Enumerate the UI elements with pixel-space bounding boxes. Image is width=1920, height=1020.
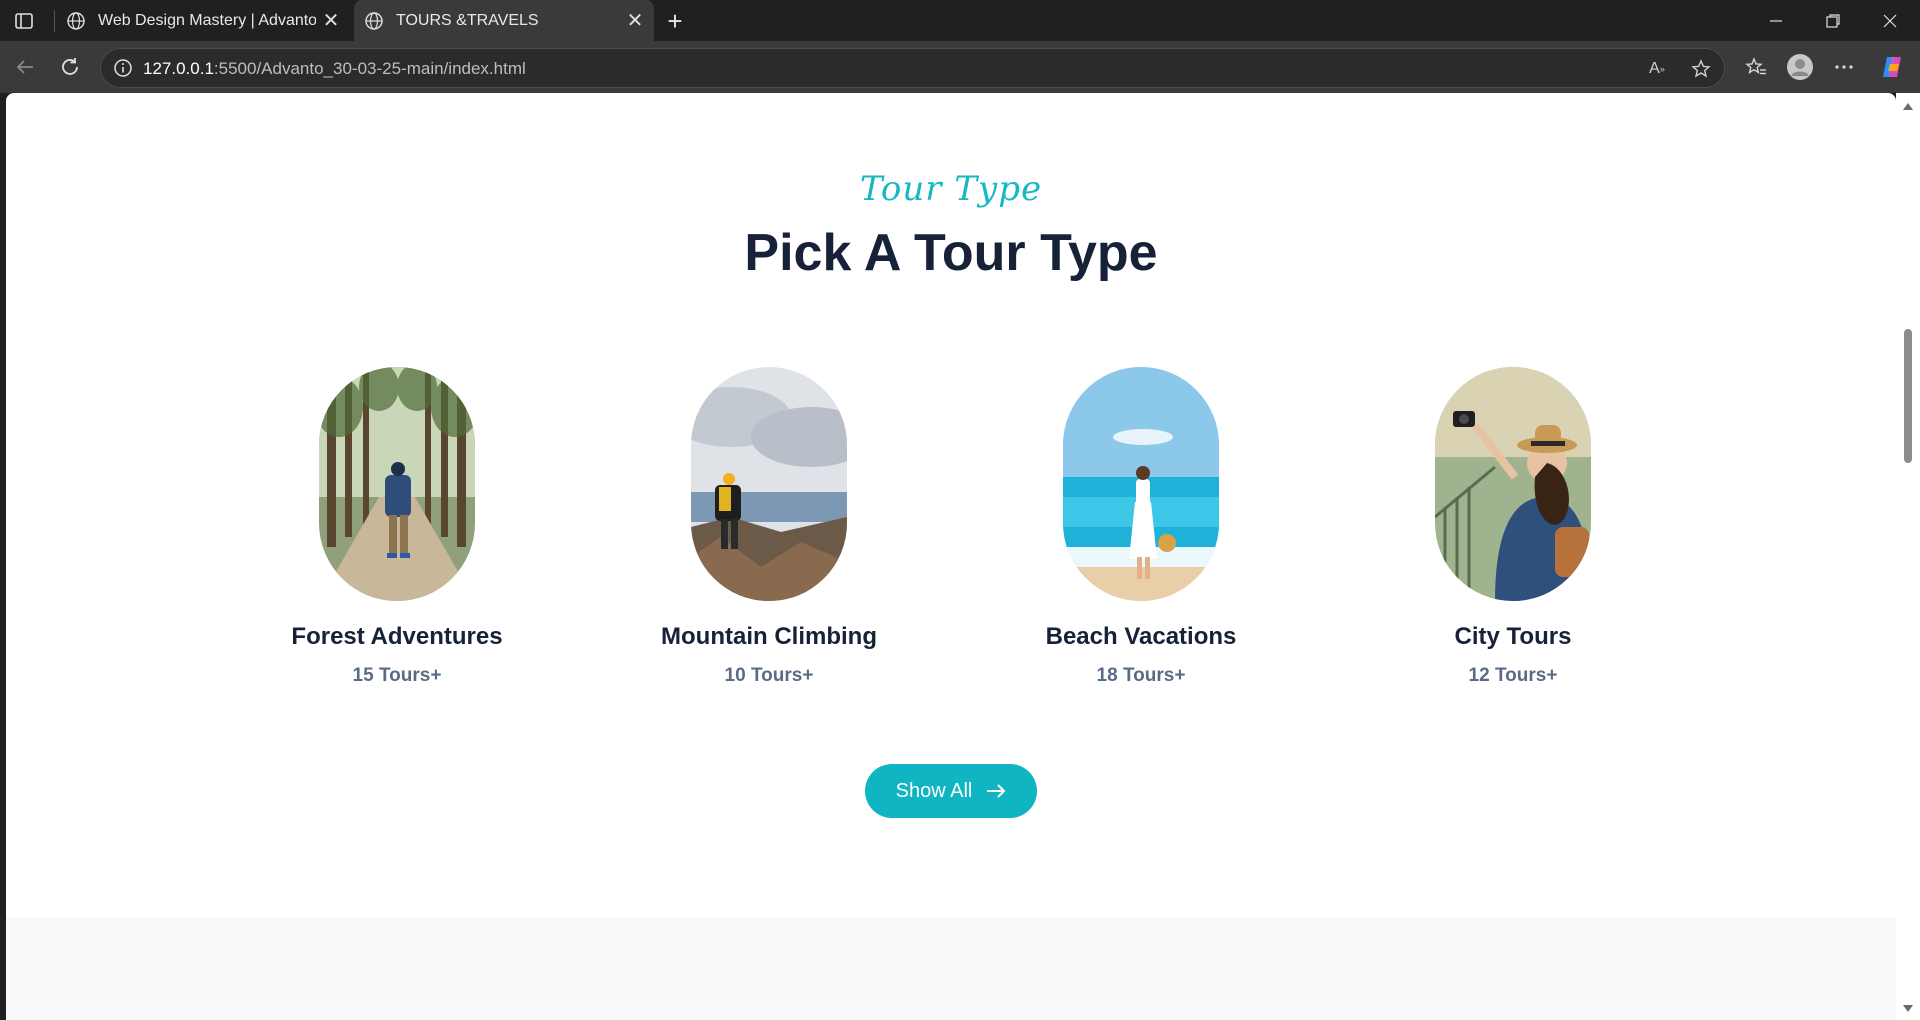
- tab-title: Web Design Mastery | Advanto: [98, 11, 316, 29]
- close-window-icon[interactable]: [1862, 0, 1918, 41]
- tab-web-design-mastery[interactable]: Web Design Mastery | Advanto ✕: [56, 0, 350, 41]
- globe-icon: [365, 11, 383, 30]
- tour-image-mountain: [691, 367, 847, 601]
- tour-title[interactable]: Forest Adventures: [247, 623, 547, 651]
- tour-title[interactable]: Beach Vacations: [991, 623, 1291, 651]
- copilot-icon[interactable]: [1876, 51, 1908, 83]
- arrow-right-icon: [987, 784, 1006, 798]
- tour-count: 12 Tours+: [1468, 665, 1558, 686]
- favorites-icon[interactable]: [1740, 51, 1772, 83]
- scroll-thumb[interactable]: [1904, 329, 1912, 463]
- show-all-label: Show All: [895, 779, 973, 802]
- restore-icon[interactable]: [1805, 0, 1861, 41]
- tour-card-city[interactable]: City Tours 12 Tours+: [1363, 367, 1663, 687]
- reload-icon[interactable]: [54, 51, 86, 83]
- url-path: :5500/Advanto_30-03-25-main/index.html: [213, 59, 526, 78]
- tour-count: 18 Tours+: [1096, 665, 1186, 686]
- read-aloud-icon[interactable]: A»: [1645, 57, 1669, 81]
- page-scrollbar[interactable]: [1896, 93, 1920, 1020]
- tour-count: 10 Tours+: [724, 665, 814, 686]
- close-tab-icon[interactable]: ✕: [620, 6, 650, 36]
- favorite-star-icon[interactable]: [1689, 57, 1713, 81]
- url-host: 127.0.0.1: [143, 59, 214, 78]
- minimize-icon[interactable]: [1748, 0, 1804, 41]
- tour-image-city: [1435, 367, 1591, 601]
- tab-tours-travels[interactable]: TOURS &TRAVELS ✕: [354, 0, 654, 41]
- globe-icon: [67, 11, 85, 30]
- profile-avatar-icon[interactable]: [1784, 51, 1816, 83]
- tab-actions-icon[interactable]: [14, 11, 34, 31]
- more-menu-icon[interactable]: [1828, 51, 1860, 83]
- new-tab-icon[interactable]: +: [660, 6, 690, 36]
- tour-card-beach[interactable]: Beach Vacations 18 Tours+: [991, 367, 1291, 687]
- tour-title[interactable]: Mountain Climbing: [619, 623, 919, 651]
- page-viewport: Tour Type Pick A Tour Type Forest Advent…: [6, 93, 1896, 1020]
- tour-card-forest[interactable]: Forest Adventures 15 Tours+: [247, 367, 547, 687]
- browser-titlebar: Web Design Mastery | Advanto ✕ TOURS &TR…: [0, 0, 1920, 41]
- tour-image-forest: [319, 367, 475, 601]
- scroll-up-icon[interactable]: [1903, 103, 1913, 110]
- back-icon[interactable]: [9, 51, 41, 83]
- scroll-down-icon[interactable]: [1903, 1005, 1913, 1012]
- address-bar[interactable]: 127.0.0.1:5500/Advanto_30-03-25-main/ind…: [100, 48, 1725, 88]
- site-info-icon[interactable]: [113, 58, 133, 78]
- section-heading: Pick A Tour Type: [744, 224, 1158, 282]
- tour-count: 15 Tours+: [352, 665, 442, 686]
- show-all-button[interactable]: Show All: [865, 764, 1037, 818]
- tour-image-beach: [1063, 367, 1219, 601]
- tour-card-mountain[interactable]: Mountain Climbing 10 Tours+: [619, 367, 919, 687]
- tour-title[interactable]: City Tours: [1363, 623, 1663, 651]
- url-text[interactable]: 127.0.0.1:5500/Advanto_30-03-25-main/ind…: [143, 59, 526, 79]
- tab-title: TOURS &TRAVELS: [396, 11, 539, 29]
- tab-separator: [54, 10, 55, 32]
- section-subheading: Tour Type: [859, 169, 1043, 209]
- next-section-background: [6, 917, 1896, 1020]
- close-tab-icon[interactable]: ✕: [316, 6, 346, 36]
